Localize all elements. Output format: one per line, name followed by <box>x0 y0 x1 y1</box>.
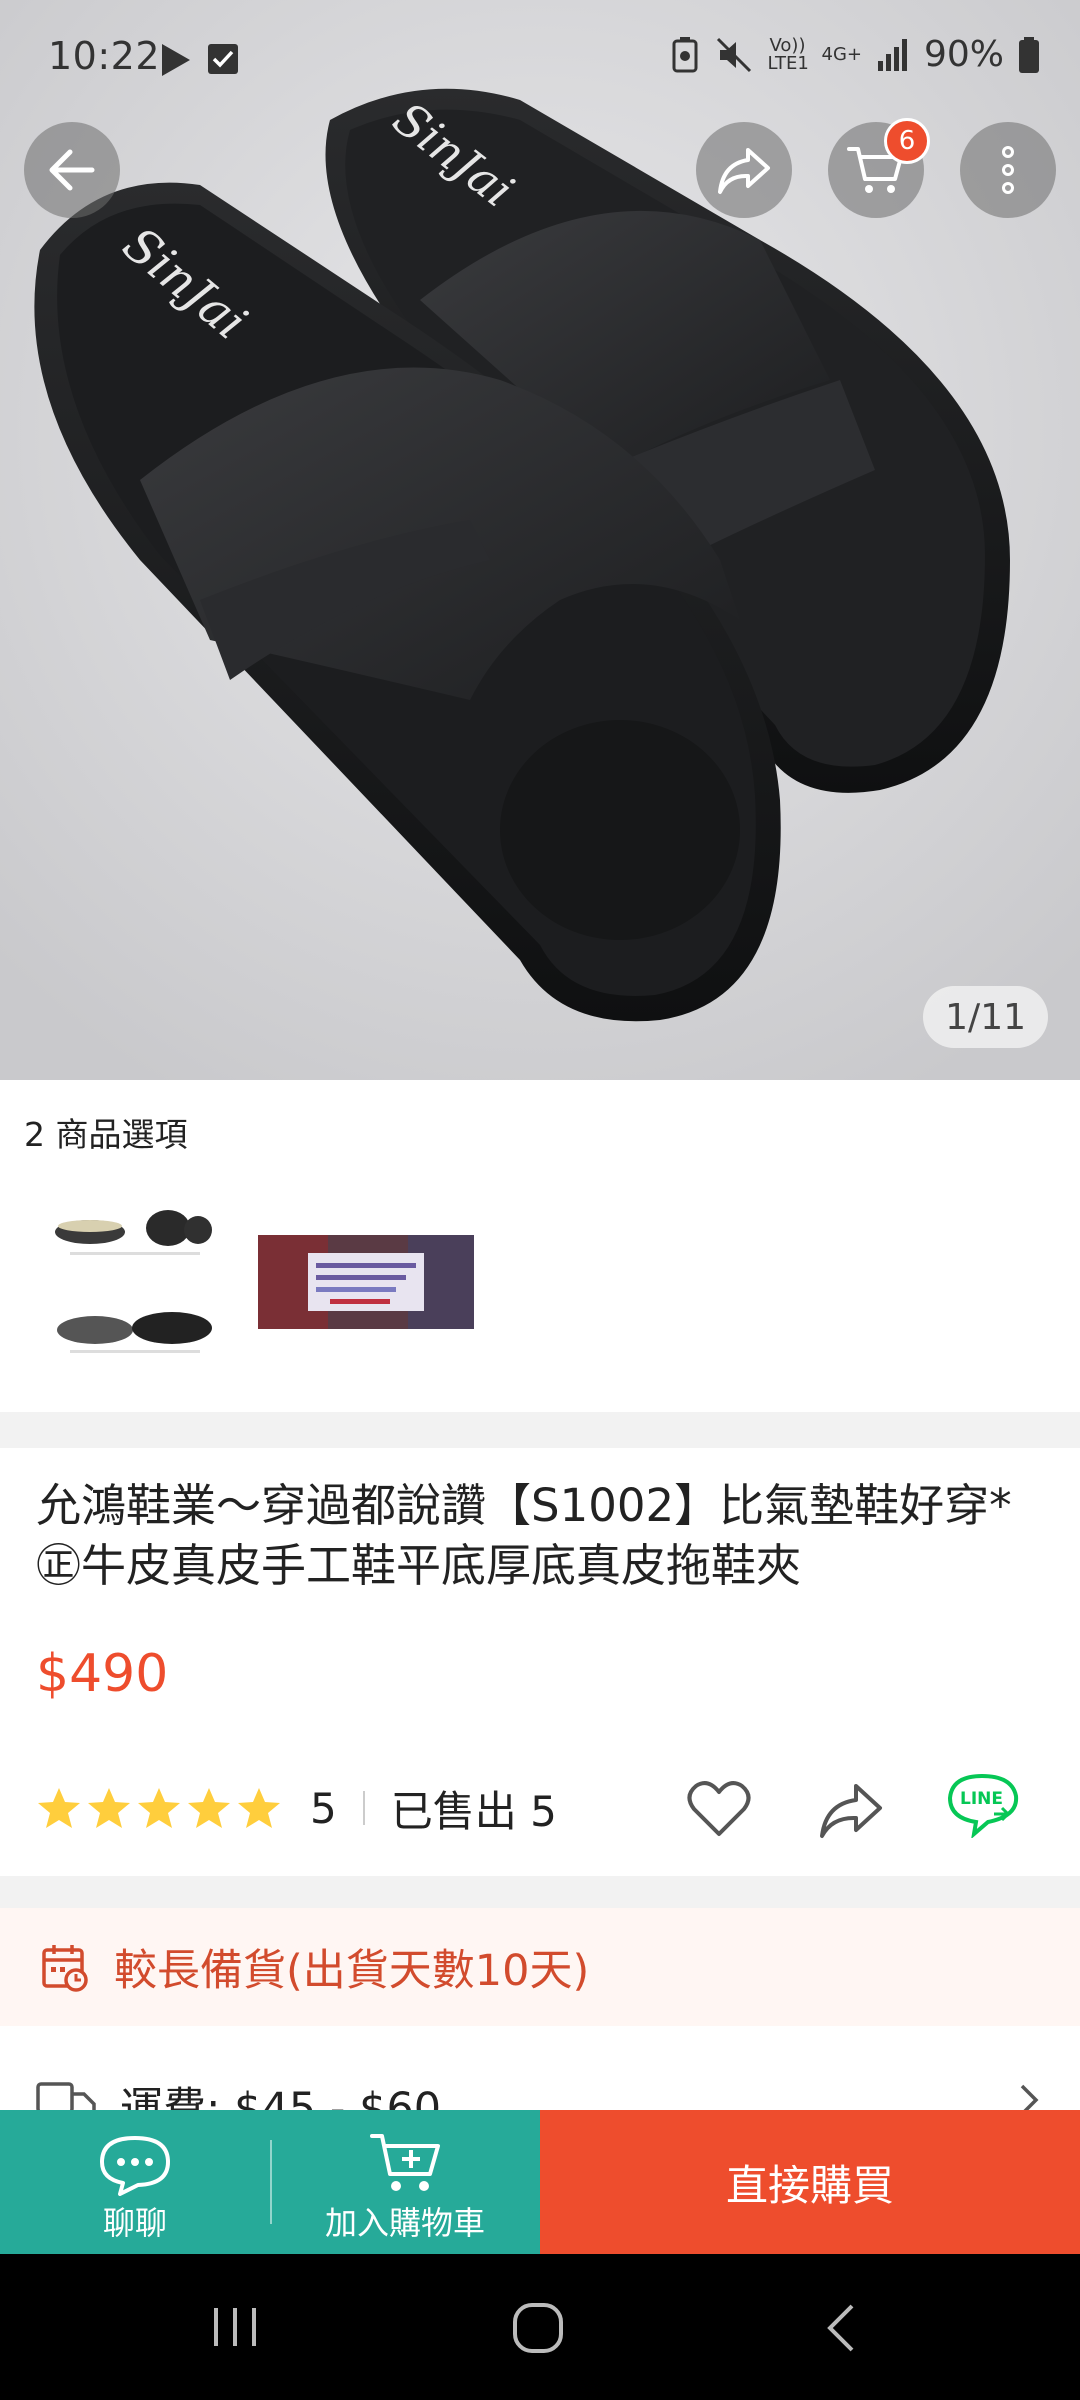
star-icon <box>238 1788 280 1828</box>
chat-label: 聊聊 <box>102 2204 167 2242</box>
option-image-2 <box>258 1235 474 1329</box>
options-title: 2 商品選項 <box>24 1115 188 1154</box>
signal-icon <box>877 38 907 71</box>
star-icon <box>188 1788 230 1828</box>
product-page: SinJai SinJai 10:22 Vo)) LTE1 4G+ 90% 6 … <box>0 0 1080 2400</box>
sold-count: 已售出 5 <box>390 1786 557 1836</box>
share-icon <box>718 148 770 194</box>
volte-indicator: Vo)) LTE1 <box>767 34 809 74</box>
more-options-button[interactable] <box>960 122 1056 218</box>
bottom-action-bar: 聊聊 加入購物車 直接購買 <box>0 2110 1080 2254</box>
data-saver-icon <box>672 36 697 72</box>
network-type: 4G+ <box>821 43 862 65</box>
preorder-notice: 較長備貨(出貨天數10天) <box>0 1908 1080 2026</box>
star-icon <box>38 1788 80 1828</box>
recent-apps-icon[interactable] <box>208 2302 262 2352</box>
share-icon[interactable] <box>816 1778 886 1840</box>
battery-percent: 90% <box>923 34 1004 75</box>
rating-divider <box>362 1791 365 1825</box>
mute-icon <box>716 37 751 72</box>
star-icon <box>88 1788 130 1828</box>
play-icon <box>162 44 190 76</box>
option-thumbnail-2[interactable] <box>258 1235 474 1329</box>
calendar-clock-icon <box>42 1945 88 1992</box>
status-bar: 10:22 Vo)) LTE1 4G+ 90% <box>0 0 1080 120</box>
arrow-left-icon <box>49 149 95 191</box>
cart-count-badge: 6 <box>884 118 930 164</box>
section-divider <box>0 1876 1080 1908</box>
back-button[interactable] <box>24 122 120 218</box>
chat-button[interactable]: 聊聊 <box>0 2110 270 2254</box>
product-title: 允鴻鞋業～穿過都說讚【S1002】比氣墊鞋好穿*㊣牛皮真皮手工鞋平底厚底真皮拖鞋… <box>36 1479 1012 1592</box>
status-right: Vo)) LTE1 4G+ 90% <box>670 34 1041 75</box>
home-icon[interactable] <box>510 2300 566 2356</box>
checkbox-notification-icon <box>208 44 238 74</box>
star-icon <box>138 1788 180 1828</box>
status-time: 10:22 <box>48 34 161 78</box>
preorder-notice-text: 較長備貨(出貨天數10天) <box>114 1946 590 1996</box>
back-nav-icon[interactable] <box>824 2302 858 2354</box>
system-navigation-bar <box>0 2254 1080 2400</box>
share-button[interactable] <box>696 122 792 218</box>
line-share-icon[interactable]: LINE <box>946 1772 1022 1838</box>
add-to-cart-icon <box>370 2134 440 2191</box>
add-to-cart-button[interactable]: 加入購物車 <box>270 2110 540 2254</box>
favorite-heart-icon[interactable] <box>686 1778 752 1840</box>
battery-icon <box>1019 36 1039 73</box>
add-to-cart-label: 加入購物車 <box>324 2204 485 2242</box>
section-divider <box>0 1412 1080 1448</box>
chat-bubble-icon <box>100 2136 170 2196</box>
rating-stars <box>36 1785 282 1831</box>
product-price: $490 <box>36 1644 169 1704</box>
rating-row[interactable]: 5 已售出 5 <box>36 1778 557 1838</box>
product-image-gallery[interactable]: SinJai SinJai 10:22 Vo)) LTE1 4G+ 90% 6 … <box>0 0 1080 1080</box>
more-vertical-icon <box>1002 146 1014 194</box>
svg-text:LINE: LINE <box>960 1789 1003 1809</box>
buy-now-button[interactable]: 直接購買 <box>540 2110 1080 2254</box>
option-image-1 <box>50 1190 220 1370</box>
shipping-row[interactable]: 運費: $45 - $60 <box>0 2026 1080 2116</box>
image-counter: 1/11 <box>923 986 1048 1048</box>
rating-value: 5 <box>310 1783 337 1833</box>
option-thumbnail-1[interactable] <box>50 1190 220 1370</box>
cart-button[interactable]: 6 <box>828 118 930 218</box>
